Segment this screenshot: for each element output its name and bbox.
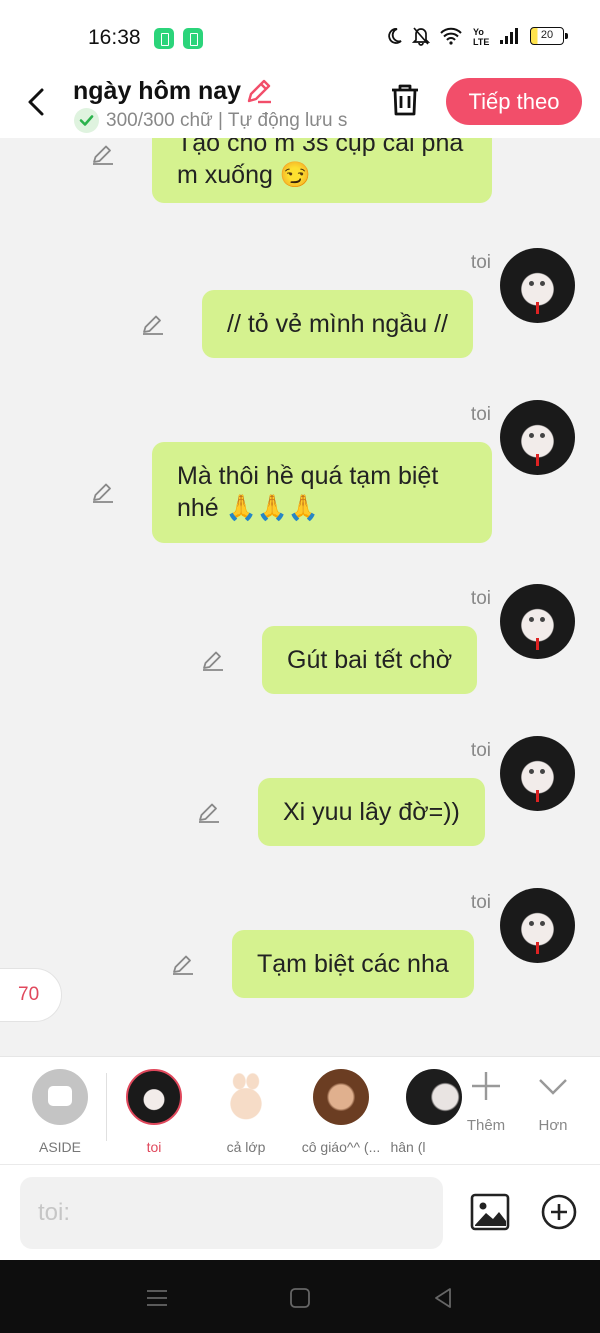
next-button[interactable]: Tiếp theo (446, 78, 582, 125)
avatar (406, 1069, 462, 1125)
battery-saver-icon (154, 28, 174, 49)
edit-message-icon[interactable] (171, 952, 195, 976)
message-bubble[interactable]: Tạo cho m 3s cụp cái pha m xuống 😏 (152, 138, 492, 203)
character-label: ASIDE (38, 1139, 81, 1155)
edit-message-icon[interactable] (141, 312, 165, 336)
status-bar: 16:38 Yo LTE 20 (0, 0, 600, 72)
character-label: toi (146, 1139, 162, 1155)
page-counter[interactable]: 70 (0, 968, 62, 1022)
sender-name: toi (470, 252, 491, 273)
menu-icon[interactable] (145, 1286, 169, 1310)
more-label: Hơn (538, 1117, 568, 1134)
add-character-button[interactable]: Thêm (456, 1069, 516, 1134)
more-button[interactable]: Hơn (523, 1069, 583, 1134)
battery-level: 20 (540, 29, 554, 41)
chevron-down-icon (539, 1079, 567, 1095)
character-label: hân (l (390, 1139, 426, 1155)
status-time: 16:38 (88, 26, 141, 49)
svg-text:Yo: Yo (473, 27, 484, 37)
avatar[interactable] (500, 584, 575, 659)
avatar[interactable] (500, 248, 575, 323)
character-toi[interactable]: toi (106, 1069, 202, 1155)
image-icon[interactable] (470, 1193, 510, 1231)
edit-message-icon[interactable] (197, 800, 221, 824)
edit-title-icon[interactable] (244, 76, 274, 106)
page-title: ngày hôm nay (73, 77, 242, 105)
add-circle-icon[interactable] (540, 1193, 578, 1231)
battery-icon: 20 (530, 27, 568, 45)
avatar (313, 1069, 369, 1125)
input-area (0, 1164, 600, 1260)
back-icon[interactable] (431, 1286, 455, 1310)
aside-icon (32, 1069, 88, 1125)
signal-icon (500, 28, 518, 44)
message-bubble[interactable]: Mà thôi hề quá tạm biệt nhé 🙏🙏🙏 (152, 442, 492, 543)
avatar[interactable] (500, 736, 575, 811)
volte-icon: YoLTE (473, 27, 489, 46)
header: ngày hôm nay 300/300 chữ | Tự động lưu s… (0, 72, 600, 138)
sender-name: toi (470, 892, 491, 913)
battery-saver-icon (183, 28, 203, 49)
sender-name: toi (470, 404, 491, 425)
trash-icon[interactable] (388, 82, 422, 118)
bell-off-icon (412, 27, 430, 46)
avatar (218, 1069, 274, 1125)
check-icon (74, 108, 99, 133)
edit-message-icon[interactable] (91, 480, 115, 504)
avatar[interactable] (500, 888, 575, 963)
character-aside[interactable]: ASIDE (12, 1069, 108, 1155)
chat-area[interactable]: Tạo cho m 3s cụp cái pha m xuống 😏 toi /… (0, 138, 600, 1056)
sender-name: toi (470, 740, 491, 761)
message-bubble[interactable]: Xi yuu lây đờ=)) (258, 778, 485, 846)
wifi-icon (440, 27, 462, 45)
character-label: cả lớp (226, 1139, 266, 1155)
message-bubble[interactable]: Gút bai tết chờ (262, 626, 478, 694)
back-arrow-icon[interactable] (22, 84, 52, 120)
avatar[interactable] (500, 400, 575, 475)
edit-message-icon[interactable] (91, 142, 115, 166)
svg-text:LTE: LTE (473, 37, 489, 46)
sender-name: toi (470, 588, 491, 609)
word-count-status: 300/300 chữ | Tự động lưu s (106, 110, 348, 131)
moon-icon (388, 28, 402, 44)
avatar (126, 1069, 182, 1125)
home-icon[interactable] (288, 1286, 312, 1310)
status-icons: Yo LTE 20 (385, 26, 568, 46)
message-input[interactable] (20, 1177, 443, 1249)
character-bar: ASIDE toi cả lớp cô giáo^^ (... hân (l T… (0, 1056, 600, 1164)
character-co-giao[interactable]: cô giáo^^ (... (293, 1069, 389, 1155)
character-ca-lop[interactable]: cả lớp (198, 1069, 294, 1155)
message-bubble[interactable]: Tạm biệt các nha (232, 930, 474, 998)
system-nav-bar (0, 1260, 600, 1333)
message-bubble[interactable]: // tỏ vẻ mình ngầu // (202, 290, 473, 358)
plus-icon (472, 1072, 500, 1100)
add-label: Thêm (466, 1117, 506, 1134)
edit-message-icon[interactable] (201, 648, 225, 672)
character-han[interactable]: hân (l (380, 1069, 462, 1155)
character-label: cô giáo^^ (... (301, 1139, 381, 1155)
